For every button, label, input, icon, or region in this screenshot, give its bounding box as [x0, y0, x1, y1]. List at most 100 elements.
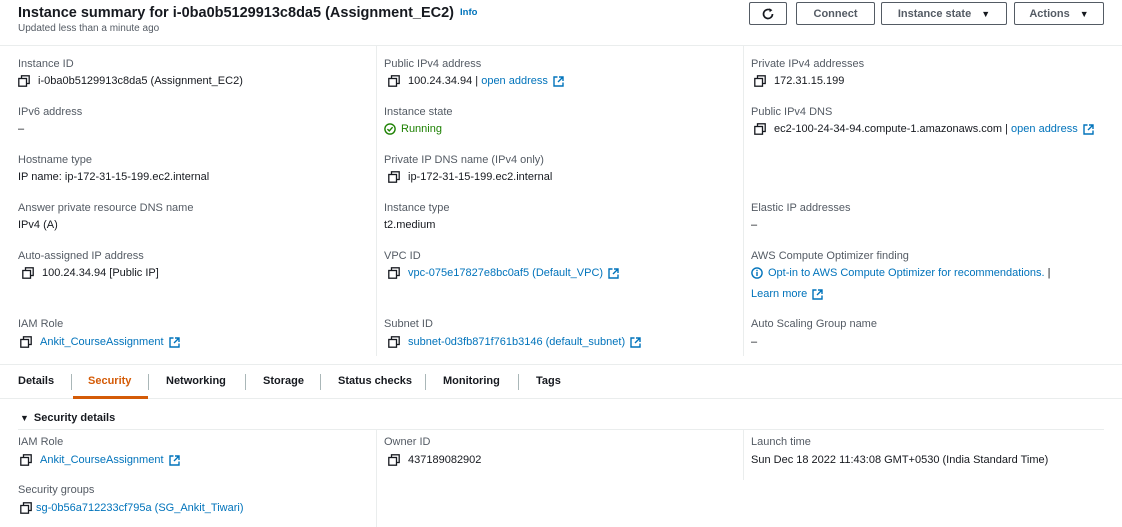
- tab-separator: [148, 374, 149, 390]
- owner-id-label: Owner ID: [384, 436, 431, 448]
- tab-status-checks[interactable]: Status checks: [338, 375, 412, 387]
- asg-value: –: [751, 336, 758, 348]
- column-divider: [743, 430, 744, 480]
- copy-icon[interactable]: [20, 502, 32, 514]
- instance-state-button[interactable]: Instance state ▼: [881, 2, 1007, 25]
- column-divider: [743, 46, 744, 356]
- tab-tags[interactable]: Tags: [536, 375, 561, 387]
- instance-state-value: Running: [384, 123, 442, 135]
- caret-down-icon: ▼: [20, 413, 29, 423]
- subnet-id-label: Subnet ID: [384, 318, 433, 330]
- security-groups-value: sg-0b56a712233cf795a (SG_Ankit_Tiwari): [20, 502, 244, 514]
- column-divider: [376, 46, 377, 356]
- copy-icon[interactable]: [754, 75, 766, 87]
- actions-button[interactable]: Actions ▼: [1014, 2, 1104, 25]
- tab-storage[interactable]: Storage: [263, 375, 304, 387]
- external-link-icon[interactable]: [630, 336, 641, 348]
- hostname-type-value: IP name: ip-172-31-15-199.ec2.internal: [18, 171, 210, 183]
- instance-id-label: Instance ID: [18, 58, 74, 70]
- public-dns-text: ec2-100-24-34-94.compute-1.amazonaws.com…: [774, 123, 1012, 135]
- security-groups-label: Security groups: [18, 484, 95, 496]
- auto-ip-label: Auto-assigned IP address: [18, 250, 144, 262]
- optimizer-opt-in-link[interactable]: Opt-in to AWS Compute Optimizer for reco…: [768, 267, 1045, 279]
- tab-separator: [320, 374, 321, 390]
- section-divider: [18, 429, 1104, 430]
- public-ipv4-value: 100.24.34.94 | open address: [388, 75, 564, 87]
- external-link-icon[interactable]: [168, 336, 180, 348]
- tab-security[interactable]: Security: [88, 375, 131, 387]
- tab-separator: [518, 374, 519, 390]
- copy-icon[interactable]: [388, 336, 400, 348]
- external-link-icon[interactable]: [812, 288, 823, 300]
- external-link-icon[interactable]: [1083, 123, 1094, 135]
- subnet-id-value: subnet-0d3fb871f761b3146 (default_subnet…: [388, 336, 641, 348]
- open-address-link[interactable]: open address: [1011, 123, 1078, 135]
- instance-state-text: Running: [401, 123, 442, 135]
- public-ipv4-label: Public IPv4 address: [384, 58, 482, 70]
- external-link-icon[interactable]: [168, 454, 180, 466]
- copy-icon[interactable]: [388, 454, 400, 466]
- auto-ip-text: 100.24.34.94 [Public IP]: [42, 267, 159, 279]
- owner-id-text: 437189082902: [408, 454, 482, 466]
- answer-dns-value: IPv4 (A): [18, 219, 58, 231]
- iam-role-link[interactable]: Ankit_CourseAssignment: [40, 336, 164, 348]
- ipv6-label: IPv6 address: [18, 106, 83, 118]
- info-link[interactable]: Info: [460, 7, 477, 18]
- optimizer-separator: |: [1044, 267, 1051, 279]
- vpc-id-value: vpc-075e17827e8bc0af5 (Default_VPC): [388, 267, 619, 279]
- tab-details[interactable]: Details: [18, 375, 54, 387]
- public-dns-value: ec2-100-24-34-94.compute-1.amazonaws.com…: [754, 123, 1094, 135]
- launch-time-label: Launch time: [751, 436, 811, 448]
- refresh-button[interactable]: [749, 2, 787, 25]
- column-divider: [376, 430, 377, 527]
- private-dns-value: ip-172-31-15-199.ec2.internal: [388, 171, 552, 183]
- instance-state-field-label: Instance state: [384, 106, 453, 118]
- external-link-icon[interactable]: [608, 267, 619, 279]
- actions-label: Actions: [1029, 7, 1070, 20]
- vpc-id-link[interactable]: vpc-075e17827e8bc0af5 (Default_VPC): [408, 267, 603, 279]
- caret-down-icon: ▼: [1079, 8, 1089, 19]
- subnet-id-link[interactable]: subnet-0d3fb871f761b3146 (default_subnet…: [408, 336, 625, 348]
- detail-tabs: Details Security Networking Storage Stat…: [0, 364, 1122, 399]
- copy-icon[interactable]: [20, 454, 32, 466]
- auto-ip-value: 100.24.34.94 [Public IP]: [22, 267, 159, 279]
- iam-role-label: IAM Role: [18, 318, 64, 330]
- copy-icon[interactable]: [22, 267, 34, 279]
- security-group-link[interactable]: sg-0b56a712233cf795a (SG_Ankit_Tiwari): [36, 502, 244, 514]
- tab-separator: [71, 374, 72, 390]
- open-address-link[interactable]: open address: [481, 75, 548, 87]
- optimizer-label: AWS Compute Optimizer finding: [751, 250, 909, 262]
- tab-networking[interactable]: Networking: [166, 375, 226, 387]
- connect-button[interactable]: Connect: [796, 2, 875, 25]
- learn-more-link[interactable]: Learn more: [751, 288, 807, 300]
- external-link-icon[interactable]: [553, 75, 564, 87]
- tab-separator: [425, 374, 426, 390]
- instance-type-value: t2.medium: [384, 219, 436, 231]
- page-header: Instance summary for i-0ba0b5129913c8da5…: [0, 0, 1122, 46]
- copy-icon[interactable]: [18, 75, 30, 87]
- tab-monitoring[interactable]: Monitoring: [443, 375, 500, 387]
- refresh-icon: [762, 7, 774, 19]
- copy-icon[interactable]: [388, 171, 400, 183]
- copy-icon[interactable]: [388, 75, 400, 87]
- instance-state-label: Instance state: [897, 7, 972, 20]
- owner-id-value: 437189082902: [388, 454, 481, 466]
- answer-dns-label: Answer private resource DNS name: [18, 202, 194, 214]
- private-dns-label: Private IP DNS name (IPv4 only): [384, 154, 544, 166]
- security-details-toggle[interactable]: ▼ Security details: [20, 412, 115, 424]
- copy-icon[interactable]: [754, 123, 766, 135]
- asg-label: Auto Scaling Group name: [751, 318, 877, 330]
- security-iam-role-value: Ankit_CourseAssignment: [20, 454, 180, 466]
- private-dns-text: ip-172-31-15-199.ec2.internal: [408, 171, 553, 183]
- last-updated-text: Updated less than a minute ago: [18, 23, 160, 34]
- public-dns-label: Public IPv4 DNS: [751, 106, 833, 118]
- security-details-title: Security details: [33, 412, 116, 424]
- page-title-text: Instance summary for i-0ba0b5129913c8da5…: [18, 5, 454, 21]
- optimizer-learn-more: Learn more: [751, 288, 823, 300]
- private-ipv4-label: Private IPv4 addresses: [751, 58, 865, 70]
- instance-id-value: i-0ba0b5129913c8da5 (Assignment_EC2): [18, 75, 243, 87]
- copy-icon[interactable]: [388, 267, 400, 279]
- elastic-ip-value: –: [751, 219, 758, 231]
- copy-icon[interactable]: [20, 336, 32, 348]
- security-iam-role-link[interactable]: Ankit_CourseAssignment: [40, 454, 164, 466]
